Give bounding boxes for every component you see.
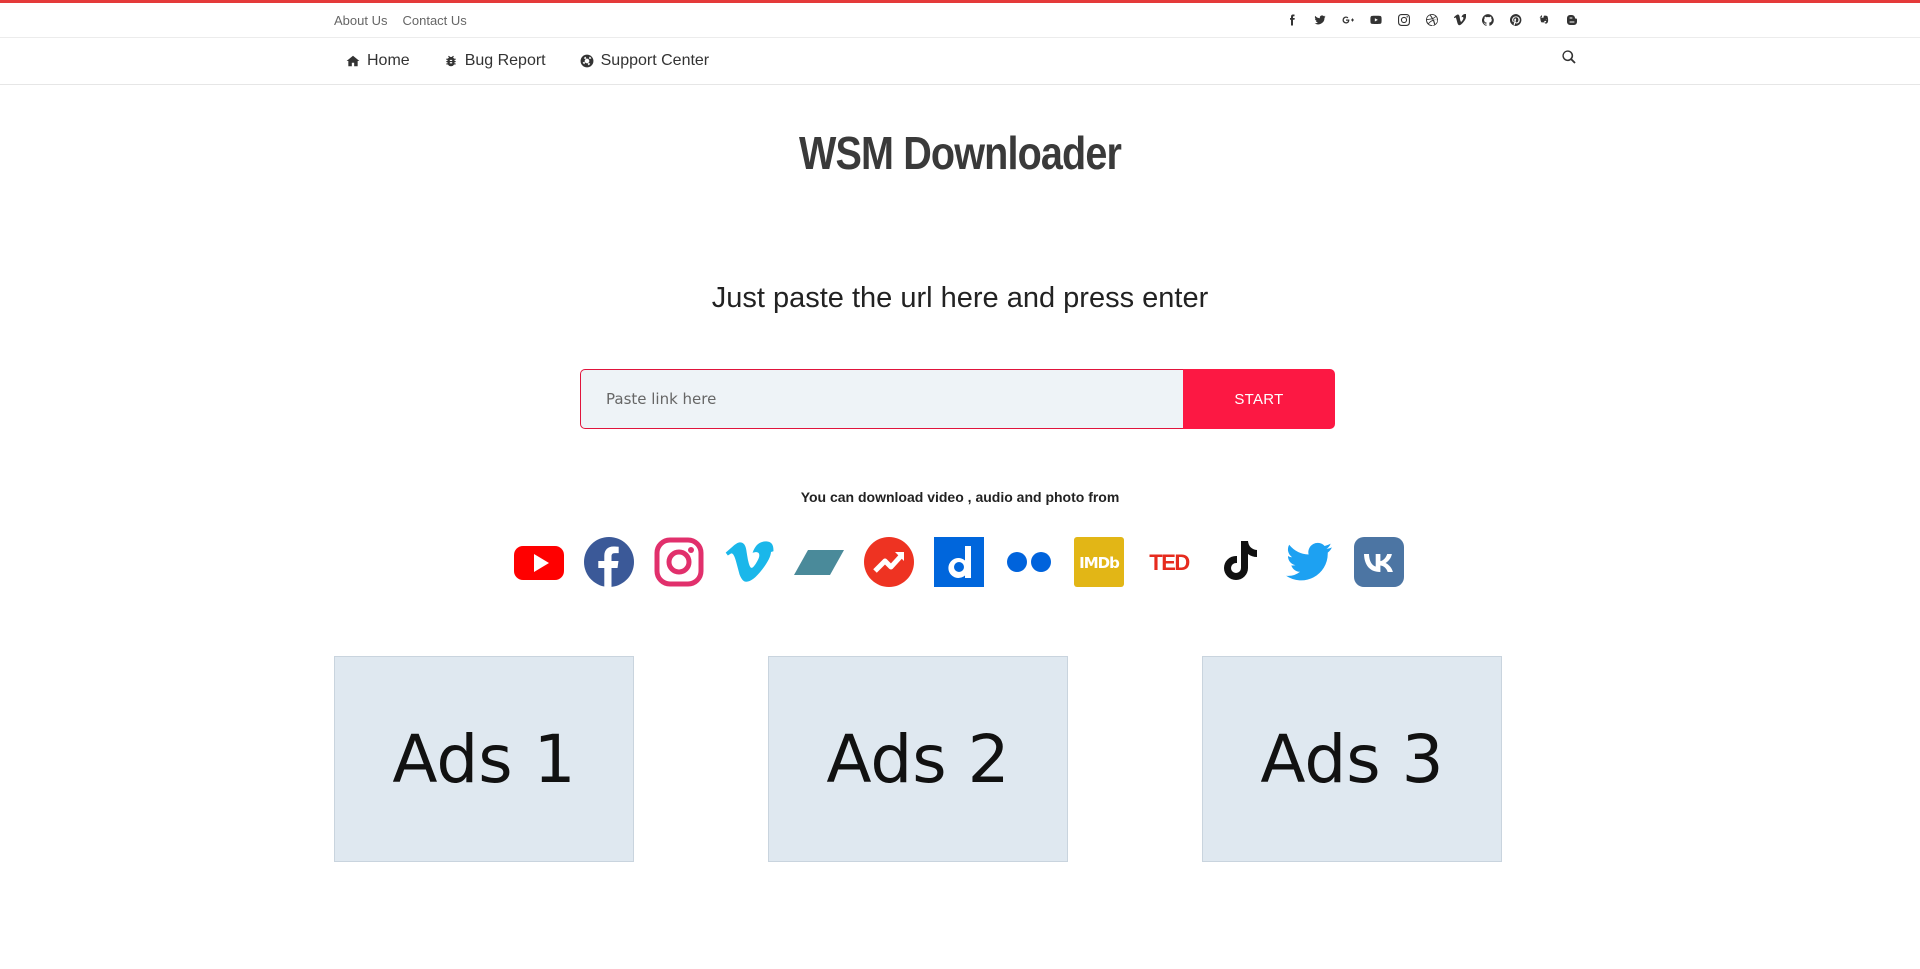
ted-logo-icon[interactable]: TED	[1144, 537, 1194, 587]
google-plus-icon[interactable]	[1339, 12, 1356, 29]
site-logo[interactable]: WSM Downloader	[134, 126, 1785, 180]
facebook-icon[interactable]	[1283, 12, 1300, 29]
parallelogram-logo-icon[interactable]	[794, 537, 844, 587]
platform-icons: IMDb TED	[514, 537, 1404, 587]
youtube-icon[interactable]	[1367, 12, 1384, 29]
flickr-logo-icon[interactable]	[1004, 537, 1054, 587]
pinterest-icon[interactable]	[1507, 12, 1524, 29]
home-icon	[346, 55, 360, 67]
twitter-icon[interactable]	[1311, 12, 1328, 29]
svg-text:TED: TED	[1149, 550, 1189, 575]
ad-slot-3[interactable]: Ads 3	[1202, 656, 1502, 862]
instagram-icon[interactable]	[1395, 12, 1412, 29]
nav-bug-report[interactable]: Bug Report	[444, 52, 546, 70]
evernote-icon[interactable]	[1535, 12, 1552, 29]
hero-tagline: Just paste the url here and press enter	[711, 282, 1209, 314]
search-button[interactable]	[1558, 46, 1580, 68]
twitter-logo-icon[interactable]	[1284, 537, 1334, 587]
trending-logo-icon[interactable]	[864, 537, 914, 587]
download-form: START	[580, 369, 1335, 429]
ads-row: Ads 1 Ads 2 Ads 3	[334, 656, 1502, 862]
about-us-link[interactable]: About Us	[334, 13, 387, 28]
ad-slot-1[interactable]: Ads 1	[334, 656, 634, 862]
ad-slot-2[interactable]: Ads 2	[768, 656, 1068, 862]
bug-icon	[446, 55, 456, 67]
tiktok-logo-icon[interactable]	[1214, 537, 1264, 587]
github-icon[interactable]	[1479, 12, 1496, 29]
instagram-logo-icon[interactable]	[654, 537, 704, 587]
dribbble-icon[interactable]	[1423, 12, 1440, 29]
svg-text:IMDb: IMDb	[1079, 554, 1120, 572]
youtube-logo-icon[interactable]	[514, 537, 564, 587]
main-nav: Home Bug Report Support Center	[0, 38, 1920, 85]
blogger-icon[interactable]	[1563, 12, 1580, 29]
vimeo-logo-icon[interactable]	[724, 537, 774, 587]
top-bar: About Us Contact Us	[0, 3, 1920, 38]
nav-bug-report-label: Bug Report	[464, 52, 546, 69]
life-ring-icon	[580, 54, 594, 68]
dailymotion-logo-icon[interactable]	[934, 537, 984, 587]
top-social-icons	[1283, 12, 1580, 29]
url-input[interactable]	[580, 369, 1183, 429]
start-button[interactable]: START	[1183, 369, 1335, 429]
vk-logo-icon[interactable]	[1354, 537, 1404, 587]
nav-support-center[interactable]: Support Center	[580, 52, 710, 70]
supported-sites-note: You can download video , audio and photo…	[800, 489, 1120, 505]
nav-support-center-label: Support Center	[600, 52, 710, 69]
imdb-logo-icon[interactable]: IMDb	[1074, 537, 1124, 587]
contact-us-link[interactable]: Contact Us	[402, 13, 466, 28]
nav-home-label: Home	[367, 52, 410, 69]
nav-home[interactable]: Home	[346, 52, 410, 70]
vimeo-icon[interactable]	[1451, 12, 1468, 29]
facebook-logo-icon[interactable]	[584, 537, 634, 587]
nav-items: Home Bug Report Support Center	[334, 52, 709, 70]
search-icon	[1562, 50, 1576, 64]
top-links: About Us Contact Us	[334, 13, 467, 28]
